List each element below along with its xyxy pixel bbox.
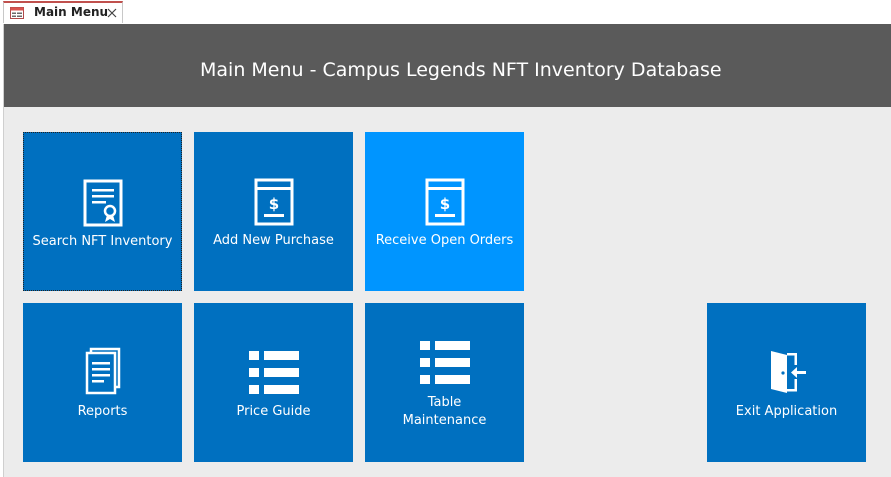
exit-application-label: Exit Application: [735, 404, 838, 419]
reports-label: Reports: [77, 404, 128, 419]
price-guide-label: Price Guide: [236, 404, 311, 419]
exit-application-button[interactable]: Exit Application: [707, 303, 866, 462]
table-maintenance-button[interactable]: Table Maintenance: [365, 303, 524, 462]
list-icon: [419, 341, 470, 384]
tab-label: Main Menu: [34, 5, 109, 19]
main-menu-form: Main Menu - Campus Legends NFT Inventory…: [3, 24, 891, 477]
invoice-dollar-icon: $: [254, 178, 293, 226]
receive-open-orders-button[interactable]: $ Receive Open Orders: [365, 132, 524, 291]
svg-text:$: $: [439, 195, 449, 213]
receive-open-orders-label: Receive Open Orders: [375, 233, 514, 248]
price-guide-button[interactable]: Price Guide: [194, 303, 353, 462]
certificate-icon: [83, 179, 122, 227]
form-icon: [10, 7, 24, 19]
svg-text:$: $: [268, 195, 278, 213]
add-new-purchase-label: Add New Purchase: [213, 233, 334, 248]
search-nft-inventory-button[interactable]: Search NFT Inventory: [23, 132, 182, 291]
invoice-dollar-icon: $: [425, 178, 464, 226]
reports-button[interactable]: Reports: [23, 303, 182, 462]
table-maintenance-label-line2: Maintenance: [402, 413, 487, 428]
close-icon[interactable]: [106, 7, 118, 19]
document-tab-bar: Main Menu: [0, 0, 891, 24]
exit-door-icon: [770, 351, 806, 393]
tab-main-menu[interactable]: Main Menu: [3, 1, 123, 23]
list-icon: [248, 351, 299, 394]
form-header: Main Menu - Campus Legends NFT Inventory…: [4, 24, 891, 107]
documents-icon: [85, 347, 120, 395]
search-nft-inventory-label: Search NFT Inventory: [32, 234, 173, 249]
add-new-purchase-button[interactable]: $ Add New Purchase: [194, 132, 353, 291]
table-maintenance-label-line1: Table: [427, 395, 462, 410]
page-title: Main Menu - Campus Legends NFT Inventory…: [200, 59, 722, 81]
